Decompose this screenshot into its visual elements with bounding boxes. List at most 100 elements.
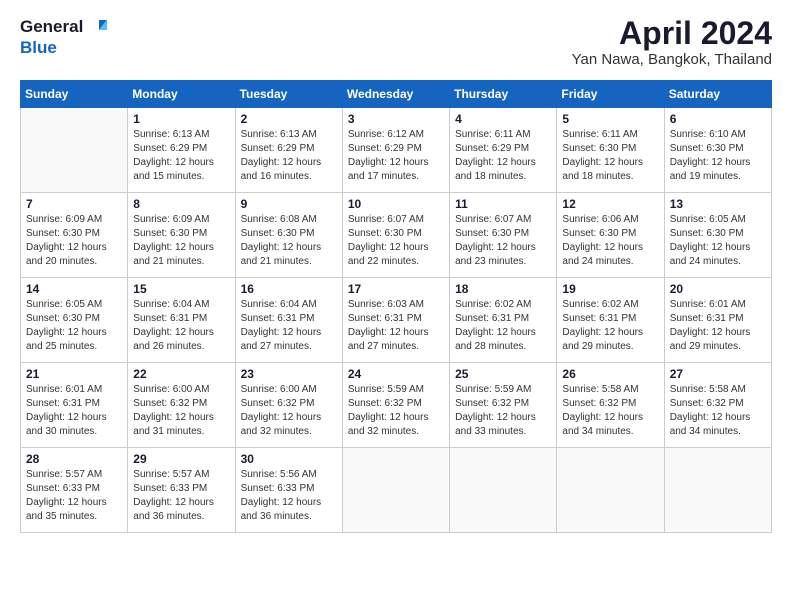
day-info: Sunrise: 6:04 AMSunset: 6:31 PMDaylight:… — [241, 298, 337, 354]
table-row: 5 Sunrise: 6:11 AMSunset: 6:30 PMDayligh… — [557, 108, 664, 193]
day-info: Sunrise: 6:02 AMSunset: 6:31 PMDaylight:… — [455, 298, 551, 354]
day-info: Sunrise: 6:03 AMSunset: 6:31 PMDaylight:… — [348, 298, 444, 354]
header-tuesday: Tuesday — [235, 81, 342, 108]
day-number: 10 — [348, 197, 444, 211]
table-row: 10 Sunrise: 6:07 AMSunset: 6:30 PMDaylig… — [342, 193, 449, 278]
day-number: 5 — [562, 112, 658, 126]
day-number: 16 — [241, 282, 337, 296]
day-number: 29 — [133, 452, 229, 466]
day-number: 28 — [26, 452, 122, 466]
day-info: Sunrise: 6:01 AMSunset: 6:31 PMDaylight:… — [26, 383, 122, 439]
day-info: Sunrise: 6:02 AMSunset: 6:31 PMDaylight:… — [562, 298, 658, 354]
logo-icon — [85, 16, 107, 38]
day-number: 27 — [670, 367, 766, 381]
day-info: Sunrise: 5:56 AMSunset: 6:33 PMDaylight:… — [241, 468, 337, 524]
day-number: 4 — [455, 112, 551, 126]
calendar-table: Sunday Monday Tuesday Wednesday Thursday… — [20, 80, 772, 533]
table-row — [557, 448, 664, 533]
table-row: 17 Sunrise: 6:03 AMSunset: 6:31 PMDaylig… — [342, 278, 449, 363]
table-row: 22 Sunrise: 6:00 AMSunset: 6:32 PMDaylig… — [128, 363, 235, 448]
day-number: 11 — [455, 197, 551, 211]
logo-blue-text: Blue — [20, 38, 57, 57]
header-saturday: Saturday — [664, 81, 771, 108]
table-row — [450, 448, 557, 533]
table-row: 15 Sunrise: 6:04 AMSunset: 6:31 PMDaylig… — [128, 278, 235, 363]
day-number: 1 — [133, 112, 229, 126]
day-info: Sunrise: 6:05 AMSunset: 6:30 PMDaylight:… — [670, 213, 766, 269]
day-number: 30 — [241, 452, 337, 466]
day-number: 6 — [670, 112, 766, 126]
table-row: 23 Sunrise: 6:00 AMSunset: 6:32 PMDaylig… — [235, 363, 342, 448]
weekday-header-row: Sunday Monday Tuesday Wednesday Thursday… — [21, 81, 772, 108]
day-info: Sunrise: 6:07 AMSunset: 6:30 PMDaylight:… — [455, 213, 551, 269]
table-row: 7 Sunrise: 6:09 AMSunset: 6:30 PMDayligh… — [21, 193, 128, 278]
day-info: Sunrise: 6:08 AMSunset: 6:30 PMDaylight:… — [241, 213, 337, 269]
day-number: 20 — [670, 282, 766, 296]
day-number: 15 — [133, 282, 229, 296]
logo-general-text: General — [20, 17, 83, 37]
day-number: 7 — [26, 197, 122, 211]
day-info: Sunrise: 6:11 AMSunset: 6:29 PMDaylight:… — [455, 128, 551, 184]
header-sunday: Sunday — [21, 81, 128, 108]
day-info: Sunrise: 5:58 AMSunset: 6:32 PMDaylight:… — [670, 383, 766, 439]
day-info: Sunrise: 5:57 AMSunset: 6:33 PMDaylight:… — [26, 468, 122, 524]
table-row: 12 Sunrise: 6:06 AMSunset: 6:30 PMDaylig… — [557, 193, 664, 278]
table-row: 3 Sunrise: 6:12 AMSunset: 6:29 PMDayligh… — [342, 108, 449, 193]
day-info: Sunrise: 6:07 AMSunset: 6:30 PMDaylight:… — [348, 213, 444, 269]
table-row: 9 Sunrise: 6:08 AMSunset: 6:30 PMDayligh… — [235, 193, 342, 278]
calendar-body: 1 Sunrise: 6:13 AMSunset: 6:29 PMDayligh… — [21, 108, 772, 533]
table-row: 11 Sunrise: 6:07 AMSunset: 6:30 PMDaylig… — [450, 193, 557, 278]
day-info: Sunrise: 6:00 AMSunset: 6:32 PMDaylight:… — [133, 383, 229, 439]
day-info: Sunrise: 5:59 AMSunset: 6:32 PMDaylight:… — [455, 383, 551, 439]
header-monday: Monday — [128, 81, 235, 108]
day-info: Sunrise: 6:11 AMSunset: 6:30 PMDaylight:… — [562, 128, 658, 184]
table-row: 21 Sunrise: 6:01 AMSunset: 6:31 PMDaylig… — [21, 363, 128, 448]
header-thursday: Thursday — [450, 81, 557, 108]
title-area: April 2024 Yan Nawa, Bangkok, Thailand — [572, 16, 772, 68]
day-number: 8 — [133, 197, 229, 211]
day-info: Sunrise: 5:59 AMSunset: 6:32 PMDaylight:… — [348, 383, 444, 439]
table-row: 26 Sunrise: 5:58 AMSunset: 6:32 PMDaylig… — [557, 363, 664, 448]
day-info: Sunrise: 6:05 AMSunset: 6:30 PMDaylight:… — [26, 298, 122, 354]
day-number: 24 — [348, 367, 444, 381]
day-info: Sunrise: 6:06 AMSunset: 6:30 PMDaylight:… — [562, 213, 658, 269]
table-row: 2 Sunrise: 6:13 AMSunset: 6:29 PMDayligh… — [235, 108, 342, 193]
table-row: 27 Sunrise: 5:58 AMSunset: 6:32 PMDaylig… — [664, 363, 771, 448]
table-row: 13 Sunrise: 6:05 AMSunset: 6:30 PMDaylig… — [664, 193, 771, 278]
day-info: Sunrise: 6:00 AMSunset: 6:32 PMDaylight:… — [241, 383, 337, 439]
day-number: 21 — [26, 367, 122, 381]
table-row: 30 Sunrise: 5:56 AMSunset: 6:33 PMDaylig… — [235, 448, 342, 533]
day-info: Sunrise: 6:10 AMSunset: 6:30 PMDaylight:… — [670, 128, 766, 184]
day-number: 17 — [348, 282, 444, 296]
table-row: 20 Sunrise: 6:01 AMSunset: 6:31 PMDaylig… — [664, 278, 771, 363]
header-friday: Friday — [557, 81, 664, 108]
table-row — [664, 448, 771, 533]
table-row: 4 Sunrise: 6:11 AMSunset: 6:29 PMDayligh… — [450, 108, 557, 193]
day-info: Sunrise: 6:09 AMSunset: 6:30 PMDaylight:… — [26, 213, 122, 269]
table-row: 6 Sunrise: 6:10 AMSunset: 6:30 PMDayligh… — [664, 108, 771, 193]
day-number: 3 — [348, 112, 444, 126]
day-info: Sunrise: 5:58 AMSunset: 6:32 PMDaylight:… — [562, 383, 658, 439]
day-info: Sunrise: 6:13 AMSunset: 6:29 PMDaylight:… — [133, 128, 229, 184]
day-number: 14 — [26, 282, 122, 296]
table-row: 1 Sunrise: 6:13 AMSunset: 6:29 PMDayligh… — [128, 108, 235, 193]
table-row: 28 Sunrise: 5:57 AMSunset: 6:33 PMDaylig… — [21, 448, 128, 533]
day-info: Sunrise: 6:12 AMSunset: 6:29 PMDaylight:… — [348, 128, 444, 184]
day-number: 2 — [241, 112, 337, 126]
day-number: 19 — [562, 282, 658, 296]
day-number: 18 — [455, 282, 551, 296]
day-number: 9 — [241, 197, 337, 211]
day-info: Sunrise: 6:13 AMSunset: 6:29 PMDaylight:… — [241, 128, 337, 184]
location-title: Yan Nawa, Bangkok, Thailand — [572, 51, 772, 68]
table-row — [342, 448, 449, 533]
table-row: 25 Sunrise: 5:59 AMSunset: 6:32 PMDaylig… — [450, 363, 557, 448]
day-number: 25 — [455, 367, 551, 381]
day-number: 13 — [670, 197, 766, 211]
day-info: Sunrise: 6:09 AMSunset: 6:30 PMDaylight:… — [133, 213, 229, 269]
table-row: 16 Sunrise: 6:04 AMSunset: 6:31 PMDaylig… — [235, 278, 342, 363]
table-row: 29 Sunrise: 5:57 AMSunset: 6:33 PMDaylig… — [128, 448, 235, 533]
table-row: 18 Sunrise: 6:02 AMSunset: 6:31 PMDaylig… — [450, 278, 557, 363]
table-row: 24 Sunrise: 5:59 AMSunset: 6:32 PMDaylig… — [342, 363, 449, 448]
day-info: Sunrise: 5:57 AMSunset: 6:33 PMDaylight:… — [133, 468, 229, 524]
day-number: 23 — [241, 367, 337, 381]
